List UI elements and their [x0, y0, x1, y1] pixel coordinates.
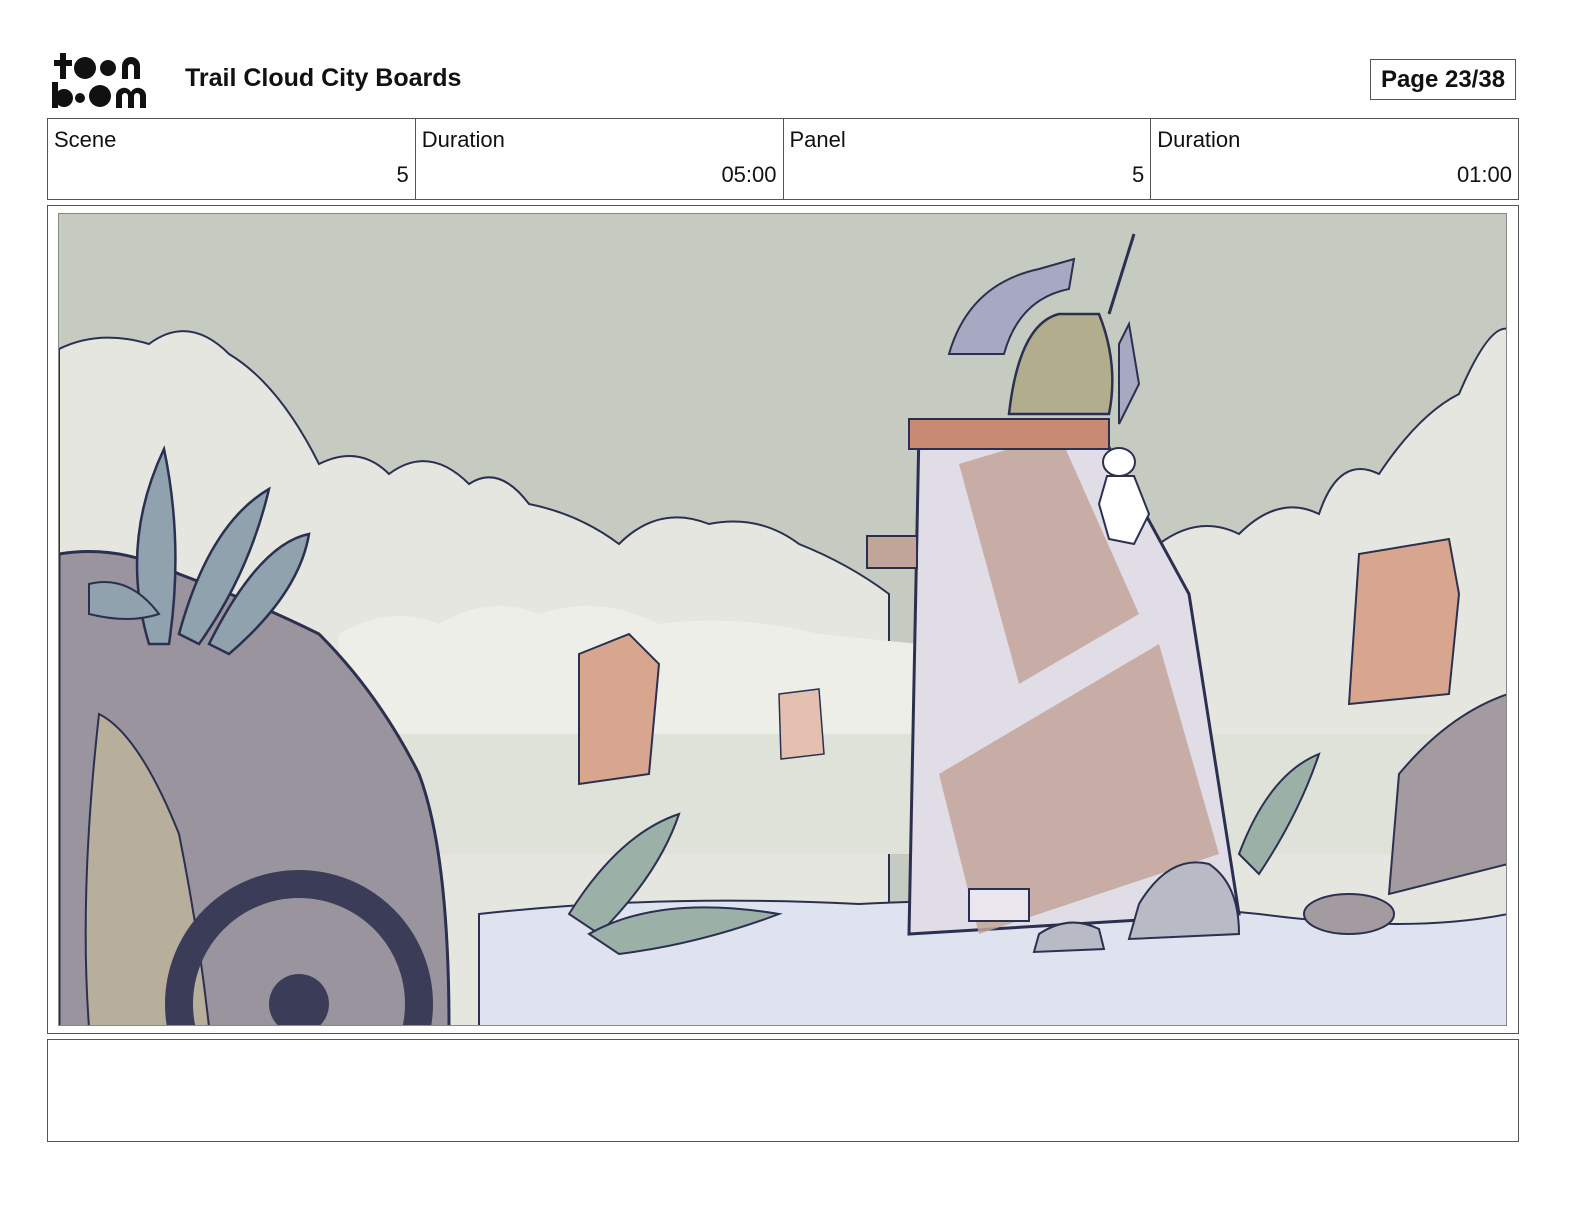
toon-boom-logo [52, 50, 162, 110]
page-indicator: Page 23/38 [1370, 59, 1516, 100]
scene-label: Scene [54, 127, 117, 152]
panel-cell: Panel 5 [784, 119, 1152, 199]
scene-duration-cell: Duration 05:00 [416, 119, 784, 199]
panel-label: Panel [789, 127, 846, 152]
panel-duration-cell: Duration 01:00 [1151, 119, 1518, 199]
scene-duration-label: Duration [421, 127, 505, 152]
panel-illustration [58, 213, 1507, 1026]
panel-value: 5 [1132, 162, 1145, 187]
storyboard-drawing [59, 214, 1506, 1025]
panel-duration-label: Duration [1157, 127, 1241, 152]
panel-duration-value: 01:00 [1456, 162, 1512, 187]
panel-info-table: Scene 5 Duration 05:00 Panel 5 Duration … [47, 118, 1519, 200]
scene-cell: Scene 5 [48, 119, 416, 199]
scene-duration-value: 05:00 [721, 162, 777, 187]
scene-value: 5 [396, 162, 409, 187]
panel-notes-box[interactable] [47, 1039, 1519, 1142]
document-title: Trail Cloud City Boards [185, 64, 462, 92]
